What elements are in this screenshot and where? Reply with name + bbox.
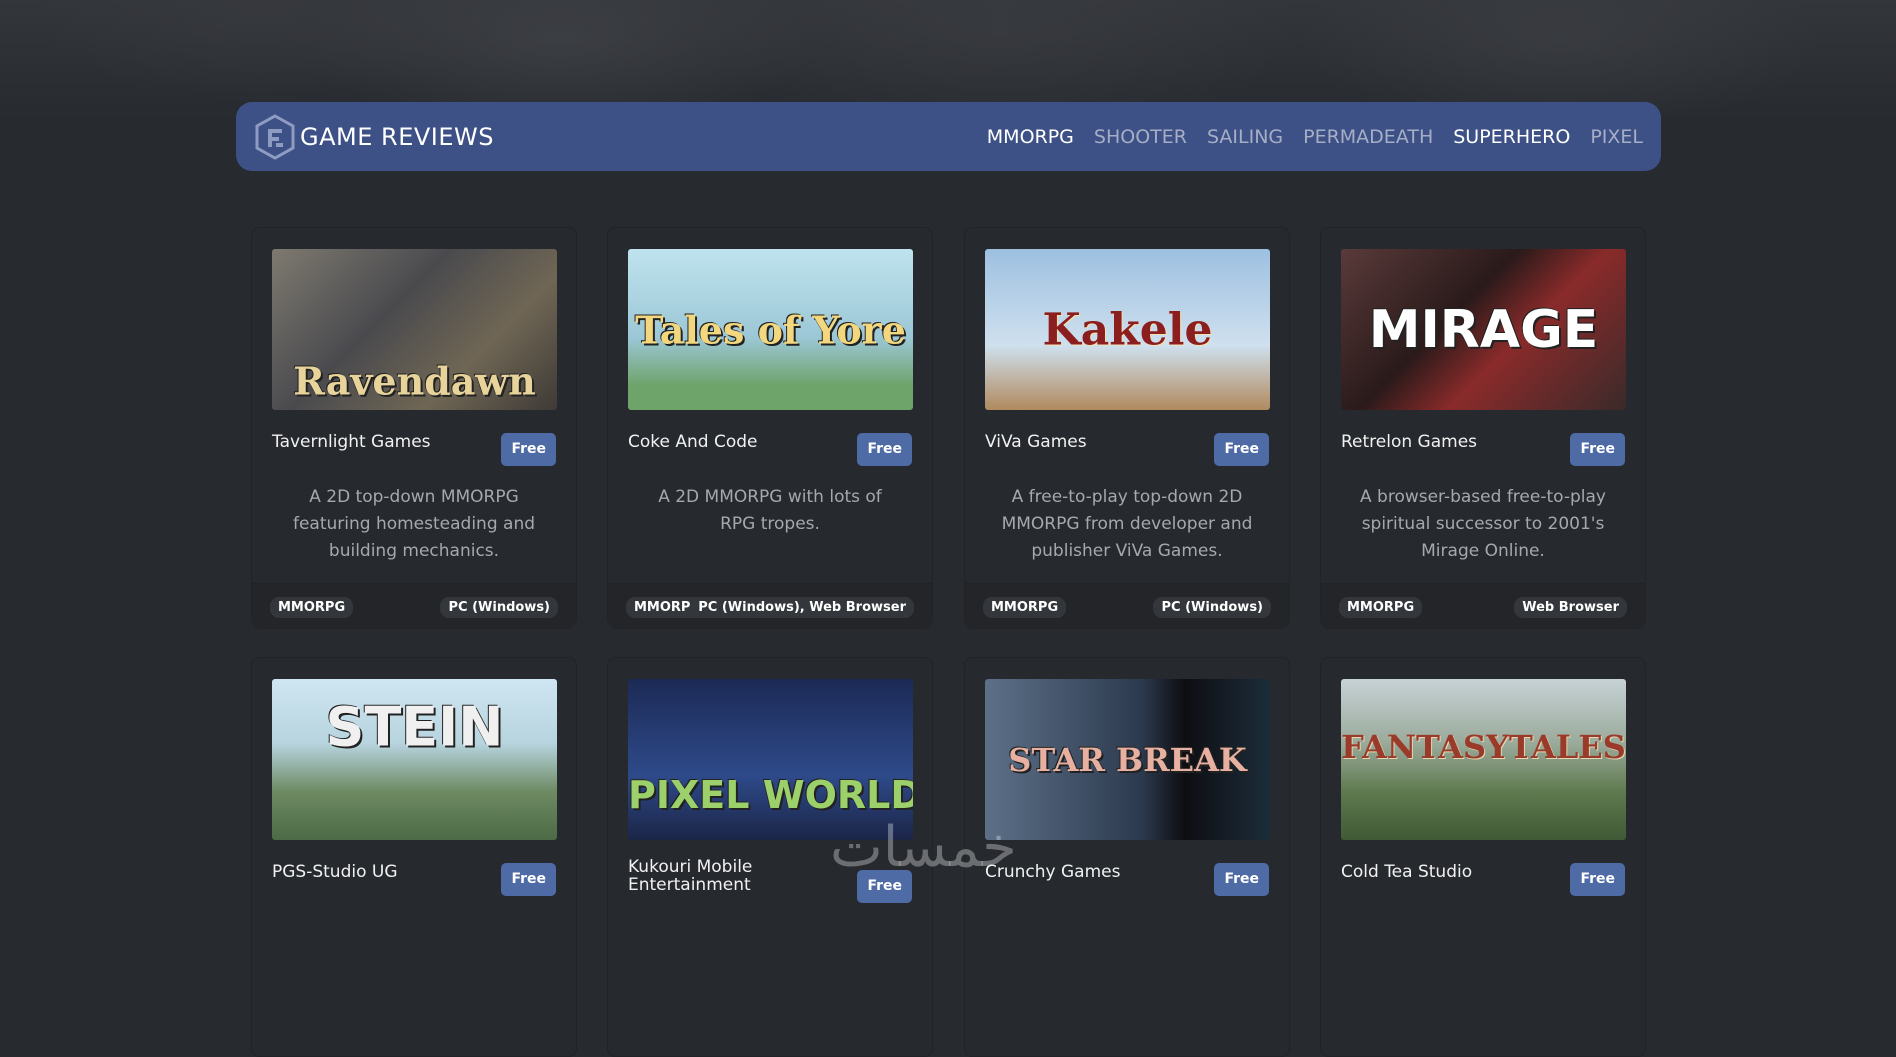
watermark: خمسات <box>830 815 1017 880</box>
developer-name: Kukouri Mobile Entertainment <box>628 857 753 895</box>
price-badge: Free <box>501 863 556 896</box>
game-thumbnail[interactable]: STAR BREAK <box>985 679 1270 840</box>
nav-link-sailing[interactable]: SAILING <box>1207 126 1283 148</box>
game-thumbnail[interactable]: Ravendawn <box>272 249 557 410</box>
card-footer: MMORPG PC (Windows), Web Browser <box>608 583 932 629</box>
price-badge: Free <box>1570 863 1625 896</box>
game-card[interactable]: Ravendawn Tavernlight Games Free A 2D to… <box>251 227 577 629</box>
platform-tag: Web Browser <box>1514 597 1627 618</box>
navbar: GAME REVIEWS MMORPG SHOOTER SAILING PERM… <box>236 102 1661 171</box>
game-card[interactable]: STEIN PGS-Studio UG Free <box>251 657 577 1057</box>
game-card[interactable]: MIRAGE Retrelon Games Free A browser-bas… <box>1320 227 1646 629</box>
developer-name: Tavernlight Games <box>272 432 431 452</box>
platform-tag: PC (Windows), Web Browser <box>690 597 914 618</box>
thumbnail-title: Kakele <box>1042 304 1213 355</box>
game-description: A 2D MMORPG with lots of RPG tropes. <box>658 487 882 534</box>
thumbnail-title: FANTASYTALES <box>1341 727 1626 766</box>
genre-tag: MMORPG <box>983 597 1067 618</box>
thumbnail-title: Tales of Yore <box>635 307 906 352</box>
nav-link-permadeath[interactable]: PERMADEATH <box>1303 126 1433 148</box>
card-footer: MMORPG PC (Windows) <box>252 583 576 629</box>
developer-name: ViVa Games <box>985 432 1087 452</box>
developer-name: Coke And Code <box>628 432 758 452</box>
platform-tag: PC (Windows) <box>440 597 558 618</box>
game-thumbnail[interactable]: MIRAGE <box>1341 249 1626 410</box>
genre-tag: MMORPG <box>1339 597 1423 618</box>
game-thumbnail[interactable]: FANTASYTALES <box>1341 679 1626 840</box>
developer-name: Cold Tea Studio <box>1341 862 1473 882</box>
developer-name: Retrelon Games <box>1341 432 1478 452</box>
nav-link-superhero[interactable]: SUPERHERO <box>1453 126 1570 148</box>
card-footer: MMORPG Web Browser <box>1321 583 1645 629</box>
thumbnail-title: STAR BREAK <box>1008 740 1247 779</box>
price-badge: Free <box>857 433 912 466</box>
game-thumbnail[interactable]: Tales of Yore <box>628 249 913 410</box>
game-description: A free-to-play top-down 2D MMORPG from d… <box>1001 487 1253 561</box>
thumbnail-title: STEIN <box>325 695 504 759</box>
card-footer: MMORPG PC (Windows) <box>965 583 1289 629</box>
price-badge: Free <box>1570 433 1625 466</box>
game-thumbnail[interactable]: STEIN <box>272 679 557 840</box>
nav-links: MMORPG SHOOTER SAILING PERMADEATH SUPERH… <box>987 126 1643 148</box>
genre-tag: MMORPG <box>270 597 354 618</box>
brand[interactable]: GAME REVIEWS <box>254 113 494 160</box>
game-card[interactable]: Kakele ViVa Games Free A free-to-play to… <box>964 227 1290 629</box>
logo-icon <box>255 113 295 160</box>
game-description: A 2D top-down MMORPG featuring homestead… <box>292 487 536 561</box>
game-description: A browser-based free-to-play spiritual s… <box>1360 487 1606 561</box>
brand-title: GAME REVIEWS <box>300 122 494 151</box>
game-thumbnail[interactable]: Kakele <box>985 249 1270 410</box>
price-badge: Free <box>1214 433 1269 466</box>
nav-link-shooter[interactable]: SHOOTER <box>1094 126 1187 148</box>
thumbnail-title: Ravendawn <box>293 358 536 404</box>
price-badge: Free <box>1214 863 1269 896</box>
thumbnail-title: MIRAGE <box>1368 299 1599 360</box>
platform-tag: PC (Windows) <box>1153 597 1271 618</box>
developer-name: PGS-Studio UG <box>272 862 398 882</box>
nav-link-mmorpg[interactable]: MMORPG <box>987 126 1074 148</box>
game-card[interactable]: FANTASYTALES Cold Tea Studio Free <box>1320 657 1646 1057</box>
thumbnail-title: PIXEL WORLDS <box>628 772 913 817</box>
game-card[interactable]: Tales of Yore Coke And Code Free A 2D MM… <box>607 227 933 629</box>
nav-link-pixel[interactable]: PIXEL <box>1590 126 1643 148</box>
price-badge: Free <box>501 433 556 466</box>
